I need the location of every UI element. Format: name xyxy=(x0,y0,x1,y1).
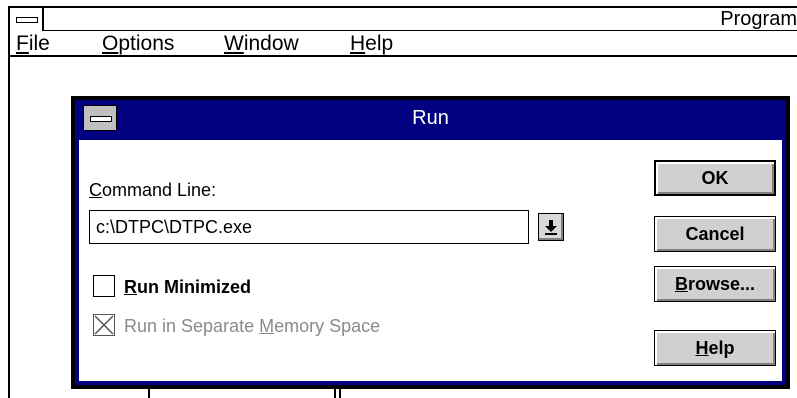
command-line-label: Command Line: xyxy=(89,180,217,200)
browse-button[interactable]: Browse... xyxy=(654,266,776,302)
menu-options[interactable]: Options xyxy=(102,31,174,57)
program-manager-title: Program xyxy=(720,8,797,30)
program-manager-left-border xyxy=(8,57,10,398)
background-divider xyxy=(334,389,336,398)
run-minimized-checkbox[interactable] xyxy=(93,275,115,297)
separate-memory-label: Run in Separate Memory Space xyxy=(124,316,381,336)
program-manager-menubar: File Options Window Help xyxy=(8,31,797,57)
background-divider xyxy=(339,389,341,398)
system-menu-icon[interactable] xyxy=(10,8,44,31)
run-dialog-titlebar[interactable]: Run xyxy=(75,100,786,136)
help-button[interactable]: Help xyxy=(654,330,776,366)
run-dialog-title: Run xyxy=(412,107,449,129)
command-line-input[interactable]: c:\DTPC\DTPC.exe xyxy=(89,210,529,244)
menu-window[interactable]: Window xyxy=(224,31,299,57)
cancel-button[interactable]: Cancel xyxy=(654,216,776,252)
program-manager-titlebar: Program xyxy=(8,6,797,31)
background-divider xyxy=(148,389,150,398)
menu-file[interactable]: File xyxy=(16,31,50,57)
run-dialog: Run Command Line: c:\DTPC\DTPC.exe Run M… xyxy=(71,96,790,389)
run-minimized-label[interactable]: Run Minimized xyxy=(124,277,251,298)
ok-button[interactable]: OK xyxy=(654,160,776,196)
run-dialog-body: Command Line: c:\DTPC\DTPC.exe Run Minim… xyxy=(79,140,782,381)
down-arrow-icon[interactable] xyxy=(538,213,564,241)
menu-help[interactable]: Help xyxy=(350,31,393,57)
separate-memory-checkbox[interactable] xyxy=(93,314,115,336)
